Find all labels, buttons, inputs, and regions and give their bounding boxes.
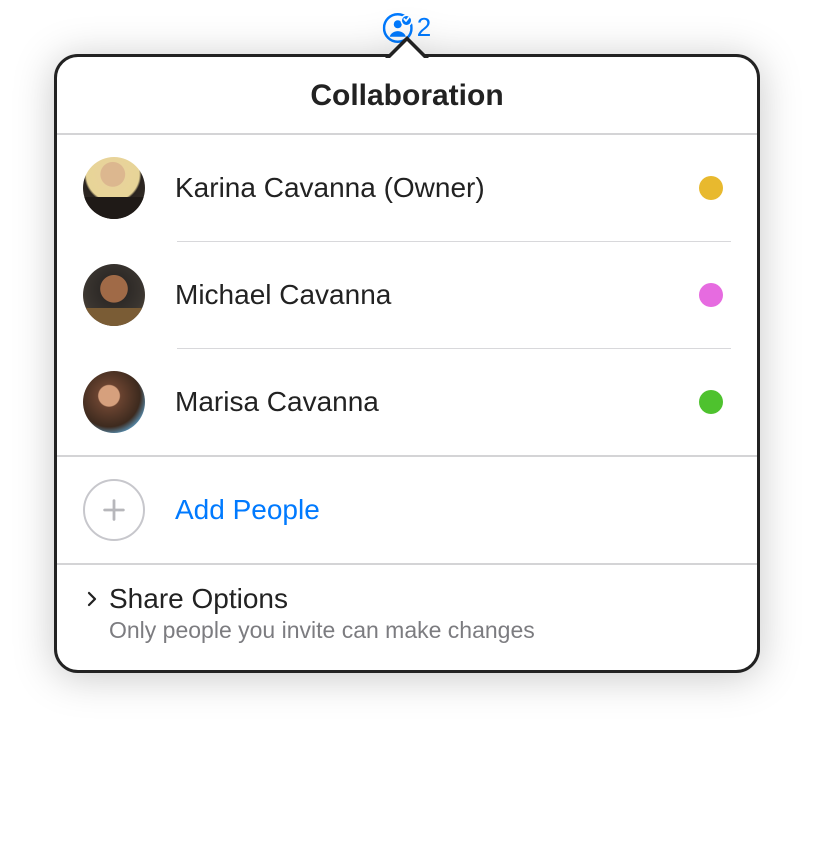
share-options-button[interactable]: Share Options Only people you invite can… [57,565,757,670]
share-options-subtitle: Only people you invite can make changes [109,617,731,644]
share-options-label: Share Options [109,583,288,615]
popover-title: Collaboration [57,79,757,113]
participant-name: Marisa Cavanna [175,386,699,418]
participants-list: Karina Cavanna (Owner) Michael Cavanna M… [57,135,757,455]
add-people-button[interactable]: Add People [57,457,757,563]
plus-circle-icon [83,479,145,541]
participant-row[interactable]: Michael Cavanna [83,242,731,348]
popover-header: Collaboration [57,57,757,135]
participant-row[interactable]: Karina Cavanna (Owner) [83,135,731,241]
add-people-label: Add People [175,494,320,526]
avatar [83,157,145,219]
participant-name: Karina Cavanna (Owner) [175,172,699,204]
popover-arrow [385,36,429,58]
presence-dot [699,176,723,200]
chevron-right-icon [83,590,101,608]
avatar [83,371,145,433]
avatar [83,264,145,326]
collaboration-popover: Collaboration Karina Cavanna (Owner) Mic… [54,54,760,673]
participant-name: Michael Cavanna [175,279,699,311]
participant-row[interactable]: Marisa Cavanna [83,349,731,455]
presence-dot [699,283,723,307]
presence-dot [699,390,723,414]
